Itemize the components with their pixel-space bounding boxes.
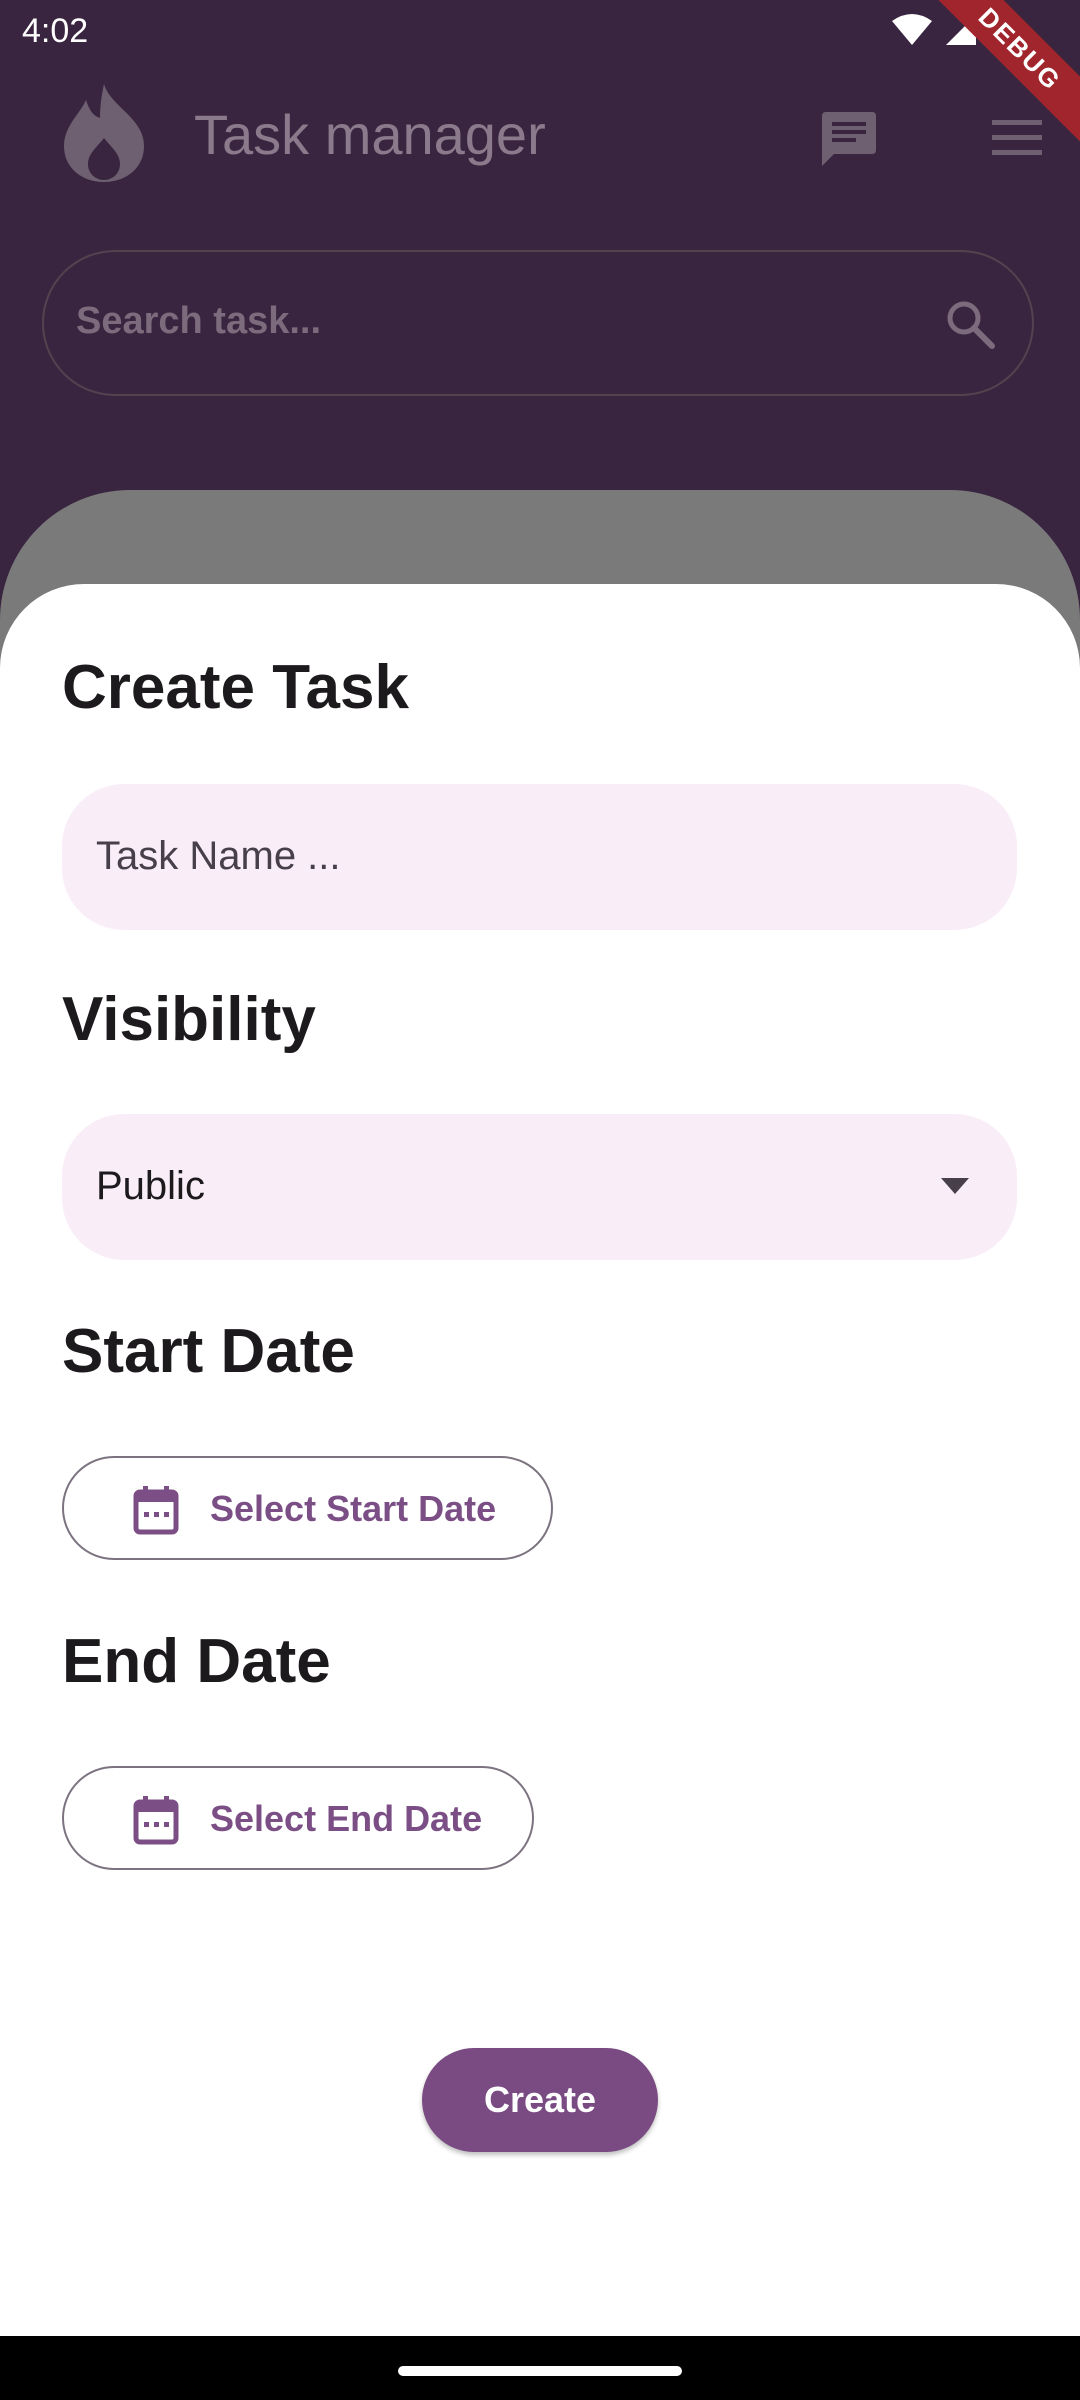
navigation-bar [0, 2336, 1080, 2400]
start-date-button-label: Select Start Date [210, 1488, 497, 1529]
sheet-title: Create Task [62, 653, 409, 722]
end-date-button-label: Select End Date [210, 1798, 483, 1839]
select-end-date-button[interactable]: Select End Date [62, 1766, 534, 1870]
select-start-date-button[interactable]: Select Start Date [62, 1456, 553, 1560]
search-icon[interactable] [944, 298, 996, 350]
wifi-icon [892, 14, 932, 45]
caret-down-icon [941, 1178, 969, 1194]
search-input[interactable]: Search task... [42, 250, 1034, 396]
search-placeholder: Search task... [76, 300, 322, 342]
start-date-label: Start Date [62, 1317, 355, 1386]
flame-logo-icon [64, 84, 144, 182]
chat-icon[interactable] [818, 108, 878, 168]
create-task-sheet: Create Task Task Name ... Visibility Pub… [0, 584, 1080, 2336]
status-bar: 4:02 DEBUG [0, 0, 1080, 158]
calendar-icon [133, 1486, 179, 1535]
home-indicator[interactable] [398, 2366, 682, 2376]
status-time: 4:02 [22, 12, 89, 50]
visibility-label: Visibility [62, 985, 316, 1054]
menu-icon[interactable] [990, 114, 1044, 162]
end-date-label: End Date [62, 1627, 331, 1696]
app-title: Task manager [194, 103, 546, 166]
visibility-dropdown[interactable]: Public [62, 1114, 1017, 1260]
create-button[interactable]: Create [422, 2048, 658, 2152]
task-name-placeholder: Task Name ... [96, 834, 341, 878]
visibility-value: Public [96, 1164, 205, 1208]
task-name-field[interactable]: Task Name ... [62, 784, 1017, 930]
app-bar: Task manager [0, 64, 1080, 204]
calendar-icon [133, 1796, 179, 1845]
